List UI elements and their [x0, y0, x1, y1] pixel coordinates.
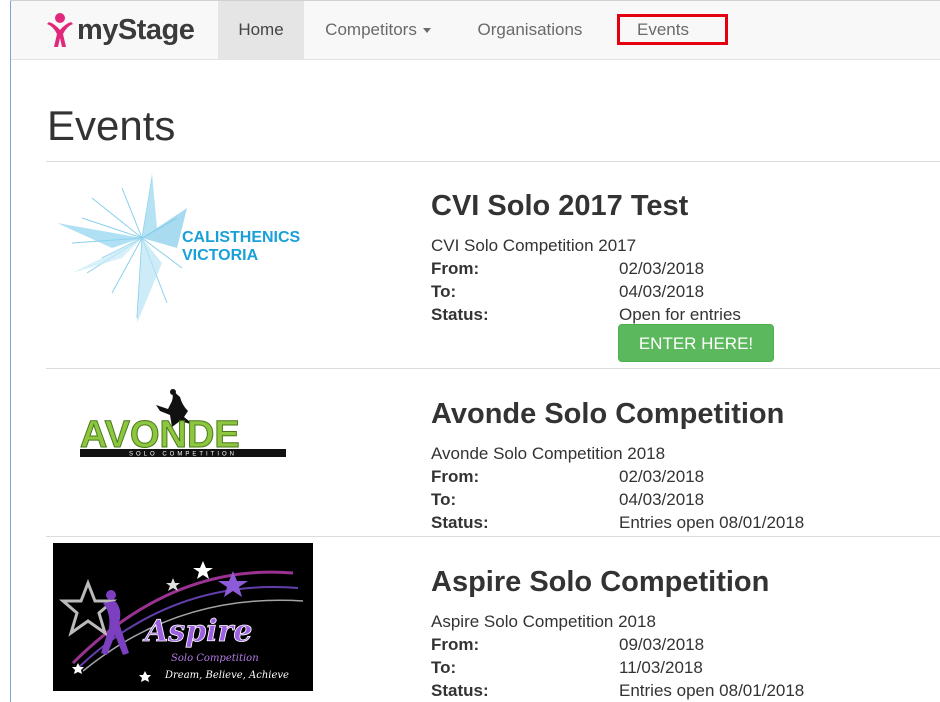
event-card-avonde: AVONDE SOLO COMPETITION Avonde Solo Comp…: [46, 369, 940, 536]
event-status-row: Status: Open for entries: [431, 303, 931, 326]
nav-home[interactable]: Home: [218, 1, 304, 59]
nav-competitors-label: Competitors: [325, 20, 417, 39]
nav-competitors-dropdown[interactable]: Competitors: [311, 1, 445, 59]
event-to-row: To: 04/03/2018: [431, 280, 931, 303]
event-status-row: Status: Entries open 08/01/2018: [431, 679, 931, 702]
to-value: 11/03/2018: [619, 658, 703, 677]
event-subtitle: CVI Solo Competition 2017: [431, 236, 637, 255]
logo-text-line2: VICTORIA: [182, 247, 259, 264]
to-label: To:: [431, 282, 457, 301]
from-value: 02/03/2018: [619, 259, 705, 278]
from-label: From:: [431, 635, 480, 654]
status-value: Open for entries: [619, 305, 741, 324]
event-subtitle: Avonde Solo Competition 2018: [431, 444, 666, 463]
event-status-row: Status: Entries open 08/01/2018: [431, 511, 931, 534]
to-label: To:: [431, 490, 457, 509]
event-info: CVI Solo 2017 Test CVI Solo Competition …: [431, 189, 931, 362]
to-label: To:: [431, 658, 457, 677]
event-info: Avonde Solo Competition Avonde Solo Comp…: [431, 397, 931, 534]
from-value: 02/03/2018: [619, 467, 705, 486]
status-label: Status:: [431, 681, 489, 700]
mystage-figure-icon: [47, 13, 73, 47]
from-value: 09/03/2018: [619, 635, 705, 654]
navbar: myStage Home Competitors Organisations E…: [11, 1, 940, 60]
event-subtitle: Aspire Solo Competition 2018: [431, 612, 656, 631]
event-from-row: From: 02/03/2018: [431, 257, 931, 280]
enter-here-button[interactable]: ENTER HERE!: [618, 324, 774, 362]
event-from-row: From: 09/03/2018: [431, 633, 931, 656]
avonde-logo-subtext: SOLO COMPETITION: [129, 452, 237, 458]
window-border-left: [10, 0, 11, 702]
event-from-row: From: 02/03/2018: [431, 465, 931, 488]
status-value: Entries open 08/01/2018: [619, 681, 805, 700]
page-title: Events: [47, 102, 176, 149]
status-label: Status:: [431, 513, 489, 532]
event-info: Aspire Solo Competition Aspire Solo Comp…: [431, 565, 931, 702]
to-value: 04/03/2018: [619, 282, 705, 301]
event-title[interactable]: Avonde Solo Competition: [431, 397, 931, 431]
to-value: 04/03/2018: [619, 490, 705, 509]
caret-down-icon: [422, 28, 431, 34]
logo-text-line1: CALISTHENICS: [182, 229, 301, 246]
event-title[interactable]: Aspire Solo Competition: [431, 565, 931, 599]
aspire-logo: Aspire Solo Competition Dream, Believe, …: [53, 543, 313, 696]
brand-name: myStage: [77, 13, 195, 46]
aspire-logo-text: Aspire: [142, 614, 252, 649]
from-label: From:: [431, 467, 480, 486]
event-to-row: To: 04/03/2018: [431, 488, 931, 511]
from-label: From:: [431, 259, 480, 278]
event-title[interactable]: CVI Solo 2017 Test: [431, 189, 931, 223]
brand-logo[interactable]: myStage: [45, 10, 195, 50]
status-value: Entries open 08/01/2018: [619, 513, 805, 532]
aspire-logo-tagline: Dream, Believe, Achieve: [164, 670, 289, 681]
nav-organisations[interactable]: Organisations: [465, 1, 595, 59]
status-label: Status:: [431, 305, 489, 324]
nav-events[interactable]: Events: [607, 1, 719, 59]
event-card-aspire: Aspire Solo Competition Dream, Believe, …: [46, 537, 940, 702]
aspire-logo-subtext: Solo Competition: [171, 653, 259, 664]
event-card-cvi: CALISTHENICS VICTORIA CVI Solo 2017 Test…: [46, 162, 940, 368]
event-to-row: To: 11/03/2018: [431, 656, 931, 679]
avonde-logo: AVONDE SOLO COMPETITION: [76, 387, 291, 467]
calisthenics-victoria-logo: CALISTHENICS VICTORIA: [52, 168, 322, 333]
